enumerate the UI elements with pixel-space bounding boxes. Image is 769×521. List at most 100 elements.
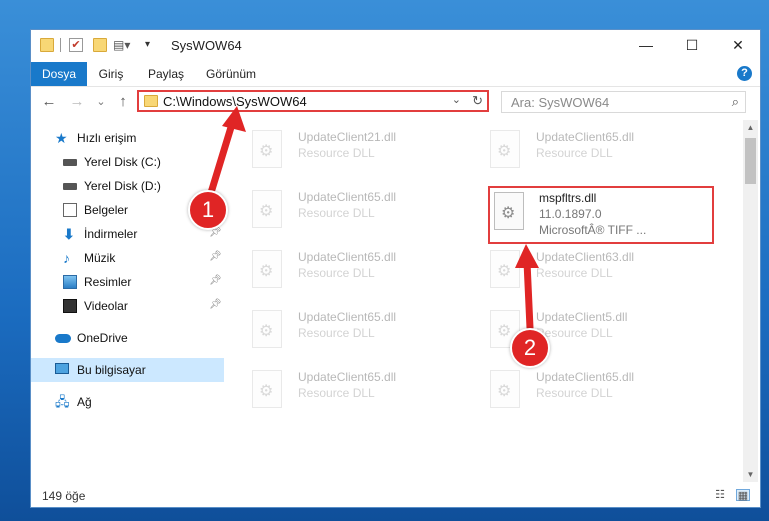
sidebar-item-label: Resimler	[84, 275, 132, 289]
forward-arrow-icon[interactable]: →	[67, 91, 87, 113]
file-item[interactable]: ⚙ UpdateClient65.dll Resource DLL	[484, 364, 709, 416]
pictures-icon	[63, 275, 77, 289]
dll-file-icon: ⚙	[252, 250, 282, 288]
file-item[interactable]: ⚙ UpdateClient63.dll Resource DLL	[484, 244, 709, 296]
file-description: Resource DLL	[298, 266, 375, 280]
search-input[interactable]: Ara: SysWOW64	[511, 95, 609, 110]
sidebar-item-label: Hızlı erişim	[77, 131, 137, 145]
maximize-button[interactable]: ☐	[669, 30, 715, 60]
file-item[interactable]: ⚙ UpdateClient65.dll Resource DLL	[246, 244, 471, 296]
separator	[60, 38, 61, 52]
large-icons-view-icon[interactable]: ▦	[736, 489, 750, 502]
step-badge-1: 1	[188, 190, 228, 230]
recent-locations-icon[interactable]: ⌄	[91, 91, 111, 113]
back-arrow-icon[interactable]: ←	[39, 91, 59, 113]
file-description: Resource DLL	[298, 146, 375, 160]
window-title: SysWOW64	[171, 38, 242, 53]
dll-file-icon: ⚙	[252, 370, 282, 408]
file-name: UpdateClient63.dll	[536, 250, 635, 264]
sidebar-item-label: Ağ	[77, 395, 92, 409]
item-count: 149 öğe	[42, 489, 86, 503]
pin-icon[interactable]: 📌︎	[209, 299, 222, 310]
sidebar-item-network[interactable]: 🖧︎ Ağ	[31, 390, 224, 414]
file-name: UpdateClient65.dll	[536, 130, 635, 144]
new-folder-icon[interactable]	[93, 38, 107, 52]
sidebar-item-label: OneDrive	[77, 331, 128, 345]
tab-giris[interactable]: Giriş	[91, 62, 131, 86]
file-item[interactable]: ⚙ UpdateClient65.dll Resource DLL	[246, 364, 471, 416]
step-badge-2: 2	[510, 328, 550, 368]
vertical-scrollbar[interactable]: ▲ ▼	[743, 120, 758, 482]
drive-icon	[63, 183, 77, 190]
document-icon	[63, 203, 77, 217]
search-icon[interactable]: ⌕	[732, 94, 739, 110]
address-path[interactable]: C:\Windows\SysWOW64	[163, 94, 307, 109]
file-name: UpdateClient65.dll	[298, 310, 397, 324]
dll-file-icon: ⚙	[490, 250, 520, 288]
navigation-bar: ← → ⌄ ↑ C:\Windows\SysWOW64 ⌄ ↻ Ara: Sys…	[31, 87, 760, 117]
file-name: UpdateClient65.dll	[298, 370, 397, 384]
help-icon[interactable]: ?	[737, 66, 752, 81]
minimize-button[interactable]: —	[623, 30, 669, 60]
dll-file-icon: ⚙	[252, 190, 282, 228]
sidebar-item-label: Videolar	[84, 299, 128, 313]
file-item-mspfltrs[interactable]: ⚙ mspfltrs.dll 11.0.1897.0 MicrosoftÂ® T…	[488, 186, 714, 244]
music-icon: ♪	[63, 250, 70, 266]
scrollbar-thumb[interactable]	[745, 138, 756, 184]
properties-icon[interactable]: ✔	[69, 38, 83, 52]
close-button[interactable]: ✕	[715, 30, 761, 60]
sidebar-item-this-pc[interactable]: Bu bilgisayar	[31, 358, 224, 382]
sidebar-item-videos[interactable]: Videolar 📌︎	[31, 294, 224, 318]
cloud-icon	[55, 334, 71, 343]
search-box[interactable]: Ara: SysWOW64 ⌕	[501, 91, 746, 113]
star-icon: ★	[55, 130, 68, 146]
download-icon: ⬇	[63, 226, 75, 242]
file-name: UpdateClient65.dll	[298, 190, 397, 204]
sidebar-item-music[interactable]: ♪ Müzik 📌︎	[31, 246, 224, 270]
folder-icon	[144, 95, 158, 107]
scroll-down-icon[interactable]: ▼	[743, 467, 758, 482]
file-name: UpdateClient21.dll	[298, 130, 397, 144]
sidebar-item-label: Müzik	[84, 251, 116, 265]
chevron-down-icon[interactable]: ▾	[145, 38, 159, 52]
chevron-down-icon[interactable]: ⌄	[452, 93, 461, 106]
tab-gorunum[interactable]: Görünüm	[201, 62, 261, 86]
file-description: Resource DLL	[536, 386, 613, 400]
file-item[interactable]: ⚙ UpdateClient65.dll Resource DLL	[246, 184, 471, 236]
sidebar-item-label: Belgeler	[84, 203, 129, 217]
sidebar-item-label: Yerel Disk (D:)	[84, 179, 161, 193]
tab-dosya[interactable]: Dosya	[31, 62, 87, 86]
file-item[interactable]: ⚙ UpdateClient65.dll Resource DLL	[246, 304, 471, 356]
up-arrow-icon[interactable]: ↑	[113, 91, 133, 113]
file-item[interactable]: ⚙ UpdateClient21.dll Resource DLL	[246, 124, 471, 176]
scroll-up-icon[interactable]: ▲	[743, 120, 758, 135]
refresh-icon[interactable]: ↻	[472, 93, 483, 109]
details-view-icon[interactable]: ☷	[713, 489, 727, 501]
sidebar-item-quick-access[interactable]: ★ Hızlı erişim	[31, 126, 224, 150]
file-version: 11.0.1897.0	[539, 207, 602, 221]
folder-icon	[40, 38, 54, 52]
network-icon: 🖧︎	[55, 394, 70, 409]
sidebar-item-disk-c[interactable]: Yerel Disk (C:)	[31, 150, 224, 174]
dll-file-icon: ⚙	[490, 130, 520, 168]
file-item[interactable]: ⚙ UpdateClient65.dll Resource DLL	[484, 124, 709, 176]
sidebar-item-label: Bu bilgisayar	[77, 363, 146, 377]
dll-file-icon: ⚙	[490, 370, 520, 408]
address-bar[interactable]: C:\Windows\SysWOW64 ⌄ ↻	[137, 90, 489, 112]
sidebar-item-pictures[interactable]: Resimler 📌︎	[31, 270, 224, 294]
sidebar-item-onedrive[interactable]: OneDrive	[31, 326, 224, 350]
file-name: UpdateClient65.dll	[298, 250, 397, 264]
sidebar-item-label: İndirmeler	[84, 227, 138, 241]
dll-file-icon: ⚙	[252, 310, 282, 348]
tab-paylas[interactable]: Paylaş	[143, 62, 189, 86]
file-description: MicrosoftÂ® TIFF ...	[539, 223, 647, 237]
customize-toolbar-icon[interactable]: ▤▾	[113, 38, 130, 52]
pin-icon[interactable]: 📌︎	[209, 275, 222, 286]
ribbon-tabs: Dosya Giriş Paylaş Görünüm ?	[31, 62, 760, 87]
pin-icon[interactable]: 📌︎	[209, 251, 222, 262]
explorer-window: ✔ ▤▾ ▾ SysWOW64 — ☐ ✕ Dosya Giriş Paylaş…	[30, 29, 761, 508]
file-name: mspfltrs.dll	[539, 191, 597, 205]
navigation-pane: ★ Hızlı erişim Yerel Disk (C:) Yerel Dis…	[31, 120, 226, 480]
dll-file-icon: ⚙	[494, 192, 524, 230]
file-list: ⚙ UpdateClient21.dll Resource DLL ⚙ Upda…	[246, 120, 741, 480]
